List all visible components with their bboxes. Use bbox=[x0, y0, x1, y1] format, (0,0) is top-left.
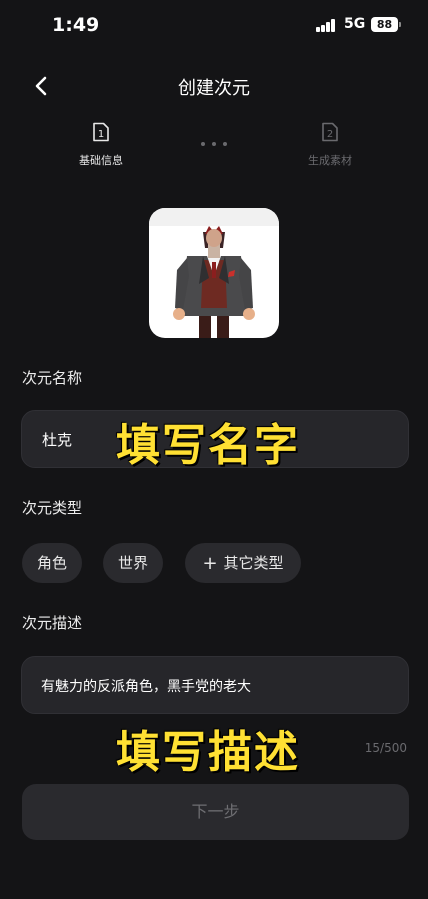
plus-icon: + bbox=[202, 553, 218, 574]
step-2-number: 2 bbox=[327, 129, 333, 140]
step-1-icon: 1 bbox=[93, 122, 109, 142]
step-2-icon: 2 bbox=[322, 122, 338, 142]
description-label: 次元描述 bbox=[22, 614, 83, 632]
name-hint-overlay: 填写名字 bbox=[116, 420, 300, 471]
description-value: 有魅力的反派角色，黑手党的老大 bbox=[41, 679, 251, 695]
status-bar: 1:49 5G 88 bbox=[0, 0, 428, 50]
description-hint-overlay: 填写描述 bbox=[116, 727, 300, 778]
step-2-label: 生成素材 bbox=[308, 154, 352, 167]
step-1-number: 1 bbox=[98, 129, 104, 140]
next-step-button[interactable]: 下一步 bbox=[22, 784, 409, 840]
step-indicator: 1 基础信息 2 生成素材 bbox=[0, 122, 428, 172]
status-time: 1:49 bbox=[52, 14, 100, 36]
battery-level: 88 bbox=[376, 18, 393, 31]
battery-tip bbox=[399, 22, 401, 27]
type-chip-other-label: 其它类型 bbox=[223, 554, 284, 572]
page-title: 创建次元 bbox=[178, 78, 250, 99]
battery-icon: 88 bbox=[371, 17, 398, 32]
signal-icon bbox=[316, 19, 336, 32]
network-type: 5G bbox=[344, 16, 366, 32]
type-chip-world[interactable]: 世界 bbox=[103, 543, 163, 583]
character-illustration bbox=[149, 208, 279, 338]
step-connector bbox=[201, 142, 229, 148]
step-basic-info: 1 基础信息 bbox=[51, 122, 151, 168]
type-chip-character[interactable]: 角色 bbox=[22, 543, 82, 583]
name-value: 杜克 bbox=[42, 431, 73, 449]
type-label: 次元类型 bbox=[22, 499, 83, 517]
name-label: 次元名称 bbox=[22, 369, 83, 387]
nav-bar: 创建次元 bbox=[0, 62, 428, 110]
type-chip-other[interactable]: + 其它类型 bbox=[185, 543, 301, 583]
step-generate-assets: 2 生成素材 bbox=[280, 122, 380, 168]
character-avatar[interactable] bbox=[149, 208, 279, 338]
description-input[interactable]: 有魅力的反派角色，黑手党的老大 bbox=[21, 656, 409, 714]
description-char-count: 15/500 bbox=[364, 741, 407, 755]
step-1-label: 基础信息 bbox=[79, 154, 123, 167]
